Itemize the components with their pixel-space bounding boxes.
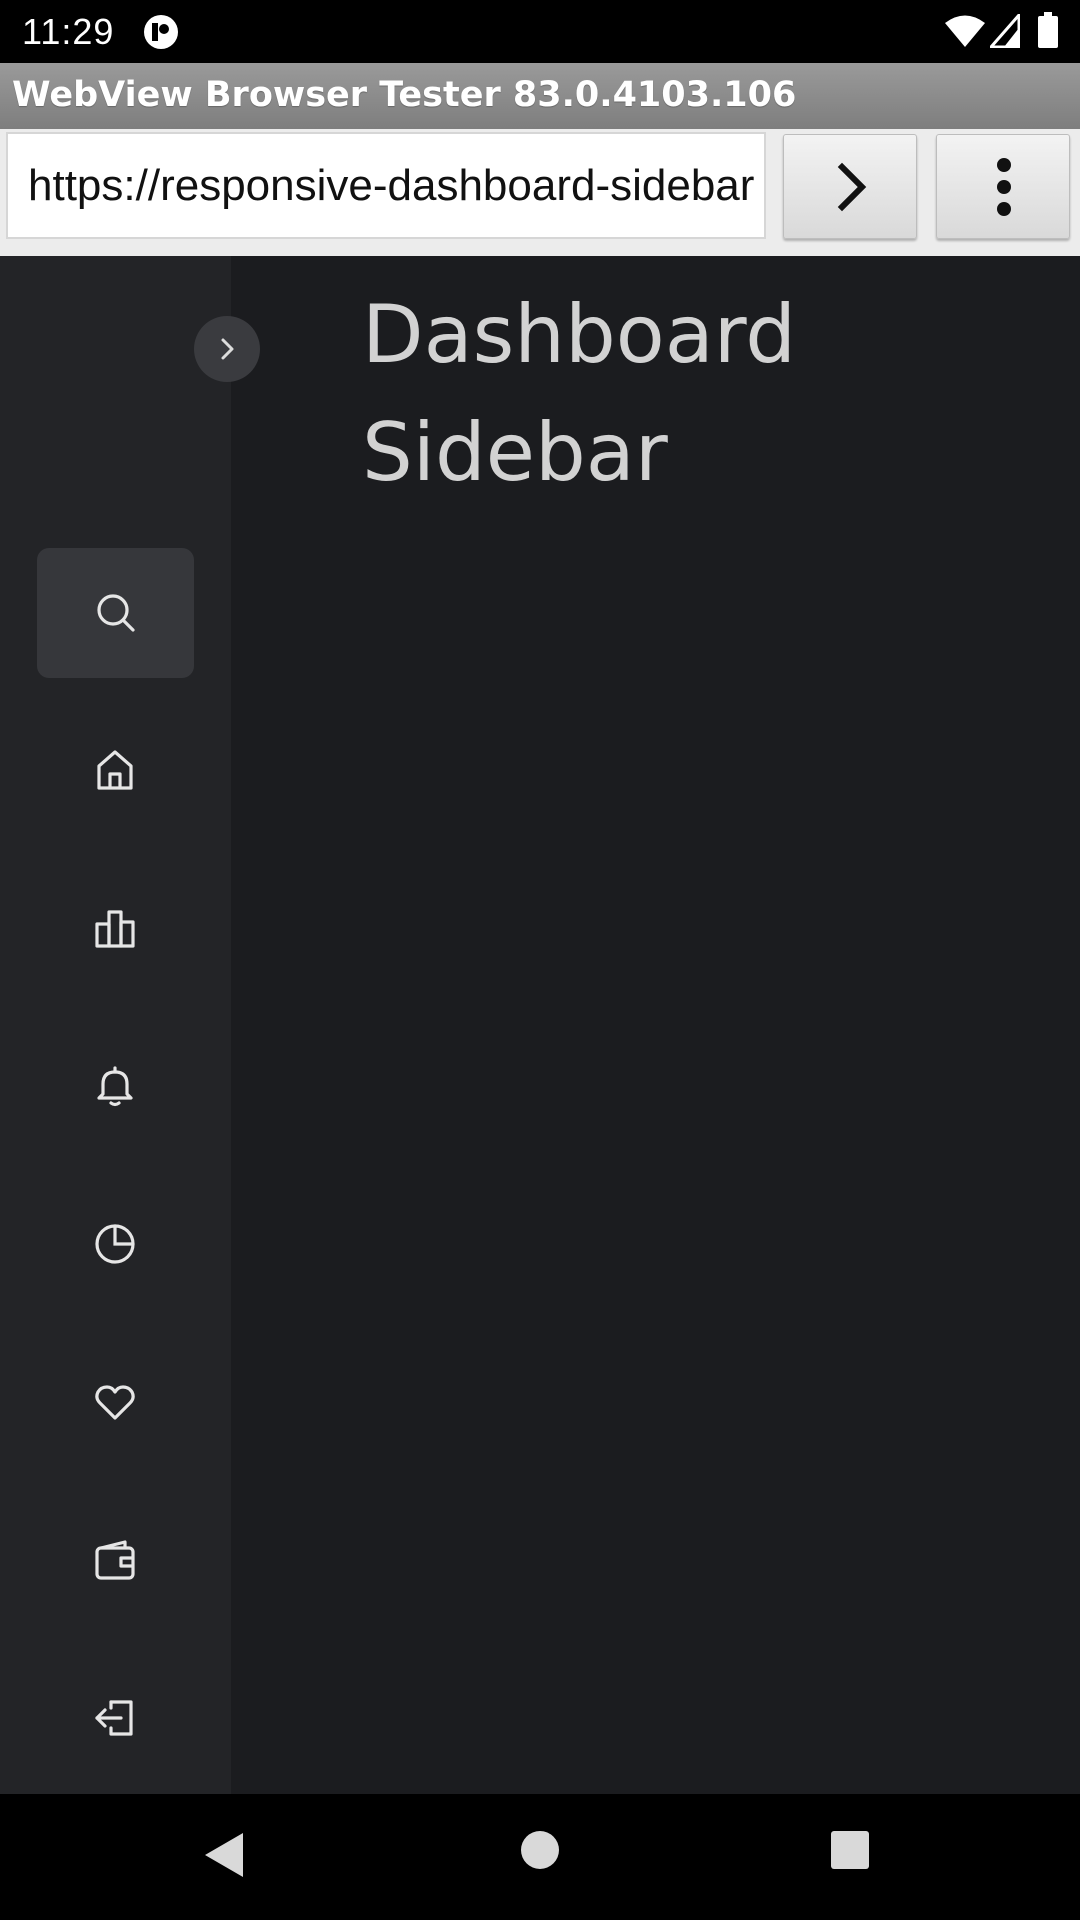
app-title-bar: WebView Browser Tester 83.0.4103.106 (0, 63, 1080, 129)
heart-icon (95, 1385, 135, 1420)
sidebar-toggle-button[interactable] (194, 316, 260, 382)
status-time: 11:29 (22, 11, 115, 52)
wallet-icon (95, 1540, 135, 1580)
signal-icon (990, 14, 1020, 48)
pie-chart-icon (95, 1224, 135, 1264)
app-notification-icon (144, 15, 178, 49)
bar-chart-icon (95, 910, 135, 948)
home-circle-icon[interactable] (520, 1830, 560, 1870)
home-icon (97, 750, 133, 790)
back-icon[interactable] (203, 1831, 247, 1879)
chevron-right-icon (221, 338, 234, 360)
search-icon (97, 594, 135, 632)
bell-icon (97, 1066, 133, 1107)
overflow-menu-button[interactable] (936, 134, 1070, 239)
logout-icon (95, 1700, 133, 1736)
sidebar-item-analytics[interactable] (37, 864, 194, 994)
sidebar-item-search[interactable] (37, 548, 194, 678)
battery-icon (1038, 12, 1058, 48)
status-bar: 11:29 (0, 0, 1080, 63)
url-input[interactable]: https://responsive-dashboard-sidebar (6, 132, 766, 239)
chevron-right-icon (837, 162, 867, 212)
sidebar-item-home[interactable] (37, 706, 194, 836)
url-toolbar: https://responsive-dashboard-sidebar (0, 129, 1080, 256)
sidebar-item-favorites[interactable] (37, 1338, 194, 1468)
sidebar-item-logout[interactable] (37, 1654, 194, 1784)
sidebar (0, 256, 231, 1794)
app-title: WebView Browser Tester 83.0.4103.106 (12, 75, 797, 115)
recents-icon[interactable] (830, 1830, 870, 1870)
wifi-icon (945, 15, 985, 47)
go-button[interactable] (783, 134, 917, 239)
sidebar-item-reports[interactable] (37, 1180, 194, 1310)
more-vertical-icon (997, 158, 1011, 216)
web-content: Dashboard Sidebar (0, 256, 1080, 1794)
system-nav-bar (0, 1794, 1080, 1920)
sidebar-item-notifications[interactable] (37, 1022, 194, 1152)
page-title: Dashboard Sidebar (362, 288, 797, 499)
sidebar-item-wallet[interactable] (37, 1496, 194, 1626)
